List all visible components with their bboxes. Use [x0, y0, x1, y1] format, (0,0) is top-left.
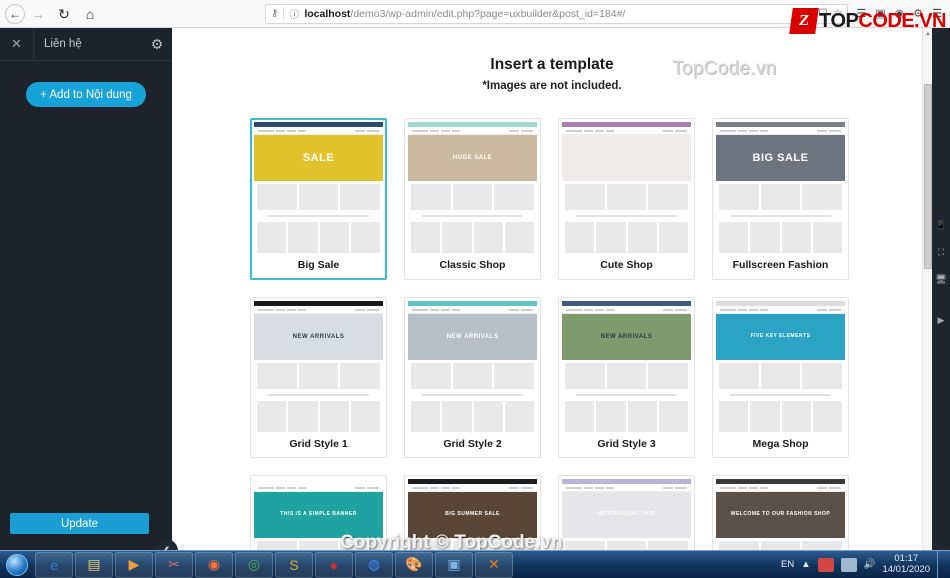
url-text: localhost/demo3/wp-admin/edit.php?page=u…: [304, 8, 625, 20]
record-button-icon[interactable]: ●: [315, 551, 353, 578]
template-card[interactable]: NEW ARRIVALS Grid Style 1: [250, 297, 387, 458]
logo-text-red: CODE.VN: [858, 9, 946, 32]
template-card[interactable]: INTRODUCING THIS: [558, 475, 695, 550]
panel-title: Liên hệ: [44, 38, 82, 50]
divider: [283, 7, 285, 20]
shield-icon: ⚷: [271, 8, 279, 19]
device-preview-rail: 📱 ⛶ 🖥 ▶: [932, 28, 950, 550]
windows-taskbar: e ▤ ▶ ✂ ◉ ◎ S ● ◍ 🎨 ▣ ✕ EN ▲ 🔊 01:17 14/01/2020: [0, 550, 950, 578]
address-bar[interactable]: ⚷ ⓘ localhost/demo3/wp-admin/edit.php?pa…: [265, 3, 849, 24]
canvas-scrollbar[interactable]: ▲: [922, 28, 932, 550]
scrollbar-thumb[interactable]: [924, 84, 932, 269]
xampp-icon[interactable]: ✕: [475, 551, 513, 578]
page-info-icon[interactable]: ⓘ: [289, 6, 299, 21]
template-card[interactable]: WELCOME TO OUR FASHION SHOP: [712, 475, 849, 550]
template-thumbnail: NEW ARRIVALS: [408, 301, 537, 432]
panel-footer: Update: [0, 506, 172, 550]
taskbar-items: e ▤ ▶ ✂ ◉ ◎ S ● ◍ 🎨 ▣ ✕: [34, 551, 514, 578]
forward-button[interactable]: →: [25, 1, 51, 27]
template-thumbnail: SALE: [254, 122, 383, 253]
watermark-top: TopCode.vn: [672, 58, 777, 79]
clock-time: 01:17: [894, 552, 919, 564]
template-thumbnail: [562, 122, 691, 253]
media-player-icon[interactable]: ▶: [115, 551, 153, 578]
template-card[interactable]: Cute Shop: [558, 118, 695, 280]
template-thumbnail: FIVE KEY ELEMENTS: [716, 301, 845, 432]
template-card-label: Grid Style 1: [289, 438, 348, 450]
template-thumbnail: NEW ARRIVALS: [562, 301, 691, 432]
firefox-icon[interactable]: ◉: [195, 551, 233, 578]
update-button[interactable]: Update: [10, 513, 149, 534]
clock-date: 14/01/2020: [882, 563, 930, 575]
reload-button[interactable]: ↻: [51, 1, 77, 27]
chrome-icon[interactable]: ◍: [355, 551, 393, 578]
url-host: localhost: [304, 7, 351, 20]
add-to-content-button[interactable]: + Add to Nội dung: [26, 82, 146, 107]
template-card-label: Mega Shop: [752, 438, 809, 450]
sublime-text-icon[interactable]: S: [275, 551, 313, 578]
back-button[interactable]: ←: [5, 3, 25, 24]
start-orb: [6, 553, 28, 576]
mobile-preview-icon[interactable]: 📱: [935, 220, 946, 231]
template-chooser: Insert a template *Images are not includ…: [172, 28, 932, 550]
topcode-logo: Z TOPCODE.VN: [789, 8, 946, 34]
template-thumbnail: BIG SALE: [716, 122, 845, 253]
template-card[interactable]: NEW ARRIVALS Grid Style 2: [404, 297, 541, 458]
template-card[interactable]: SALE Big Sale: [250, 118, 387, 280]
template-card-label: Grid Style 3: [597, 438, 656, 450]
home-button[interactable]: ⌂: [77, 1, 103, 27]
logo-mark: Z: [789, 8, 819, 34]
language-indicator[interactable]: EN: [781, 559, 794, 570]
internet-explorer-icon[interactable]: e: [35, 551, 73, 578]
panel-header: ✕ Liên hệ ⚙: [0, 27, 172, 61]
page-title: Insert a template: [490, 56, 614, 73]
file-explorer-icon[interactable]: ▤: [75, 551, 113, 578]
show-hidden-icons[interactable]: ▲: [801, 559, 810, 570]
template-card[interactable]: HUGE SALE Classic Shop: [404, 118, 541, 280]
security-alert-icon[interactable]: [817, 557, 834, 572]
windows-start-icon[interactable]: [0, 551, 34, 578]
url-path: /demo3/wp-admin/edit.php?page=uxbuilder&…: [350, 7, 626, 20]
template-card-label: Grid Style 2: [443, 438, 502, 450]
logo-text-dark: TOP: [819, 9, 859, 32]
paint-icon[interactable]: 🎨: [395, 551, 433, 578]
template-thumbnail: WELCOME TO OUR FASHION SHOP: [716, 479, 845, 550]
logo-text: TOPCODE.VN: [819, 10, 946, 33]
template-thumbnail: INTRODUCING THIS: [562, 479, 691, 550]
clock[interactable]: 01:17 14/01/2020: [882, 552, 930, 576]
play-icon[interactable]: ▶: [938, 315, 945, 326]
template-card[interactable]: BIG SALE Fullscreen Fashion: [712, 118, 849, 280]
template-card-label: Fullscreen Fashion: [732, 259, 829, 271]
template-card-label: Cute Shop: [600, 259, 653, 271]
recording-app-icon[interactable]: ◎: [235, 551, 273, 578]
builder-canvas: Insert a template *Images are not includ…: [172, 28, 950, 550]
network-icon[interactable]: [840, 557, 857, 572]
template-grid: SALE Big Sale HUGE SALE Classic Shop Cute Sh…: [250, 118, 870, 550]
template-thumbnail: HUGE SALE: [408, 122, 537, 253]
show-desktop-button[interactable]: [937, 550, 944, 578]
template-card-label: Big Sale: [297, 259, 340, 271]
system-tray: EN ▲ 🔊 01:17 14/01/2020: [781, 550, 950, 578]
template-card-label: Classic Shop: [439, 259, 506, 271]
tablet-preview-icon[interactable]: ⛶: [938, 247, 944, 258]
template-card[interactable]: FIVE KEY ELEMENTS Mega Shop: [712, 297, 849, 458]
template-thumbnail: NEW ARRIVALS: [254, 301, 383, 432]
remote-desktop-icon[interactable]: ▣: [435, 551, 473, 578]
page-content: ✕ Liên hệ ⚙ + Add to Nội dung Update ❮ I…: [0, 27, 950, 563]
screen: ← → ↻ ⌂ ⚷ ⓘ localhost/demo3/wp-admin/edi…: [0, 0, 950, 578]
snipping-tool-icon[interactable]: ✂: [155, 551, 193, 578]
page-subtitle: *Images are not included.: [482, 80, 622, 92]
volume-icon[interactable]: 🔊: [864, 559, 876, 570]
template-card[interactable]: NEW ARRIVALS Grid Style 3: [558, 297, 695, 458]
gear-icon[interactable]: ⚙: [142, 28, 172, 61]
desktop-preview-icon[interactable]: 🖥: [935, 274, 946, 285]
ux-builder-panel: ✕ Liên hệ ⚙ + Add to Nội dung Update: [0, 27, 172, 550]
close-icon[interactable]: ✕: [0, 27, 34, 61]
